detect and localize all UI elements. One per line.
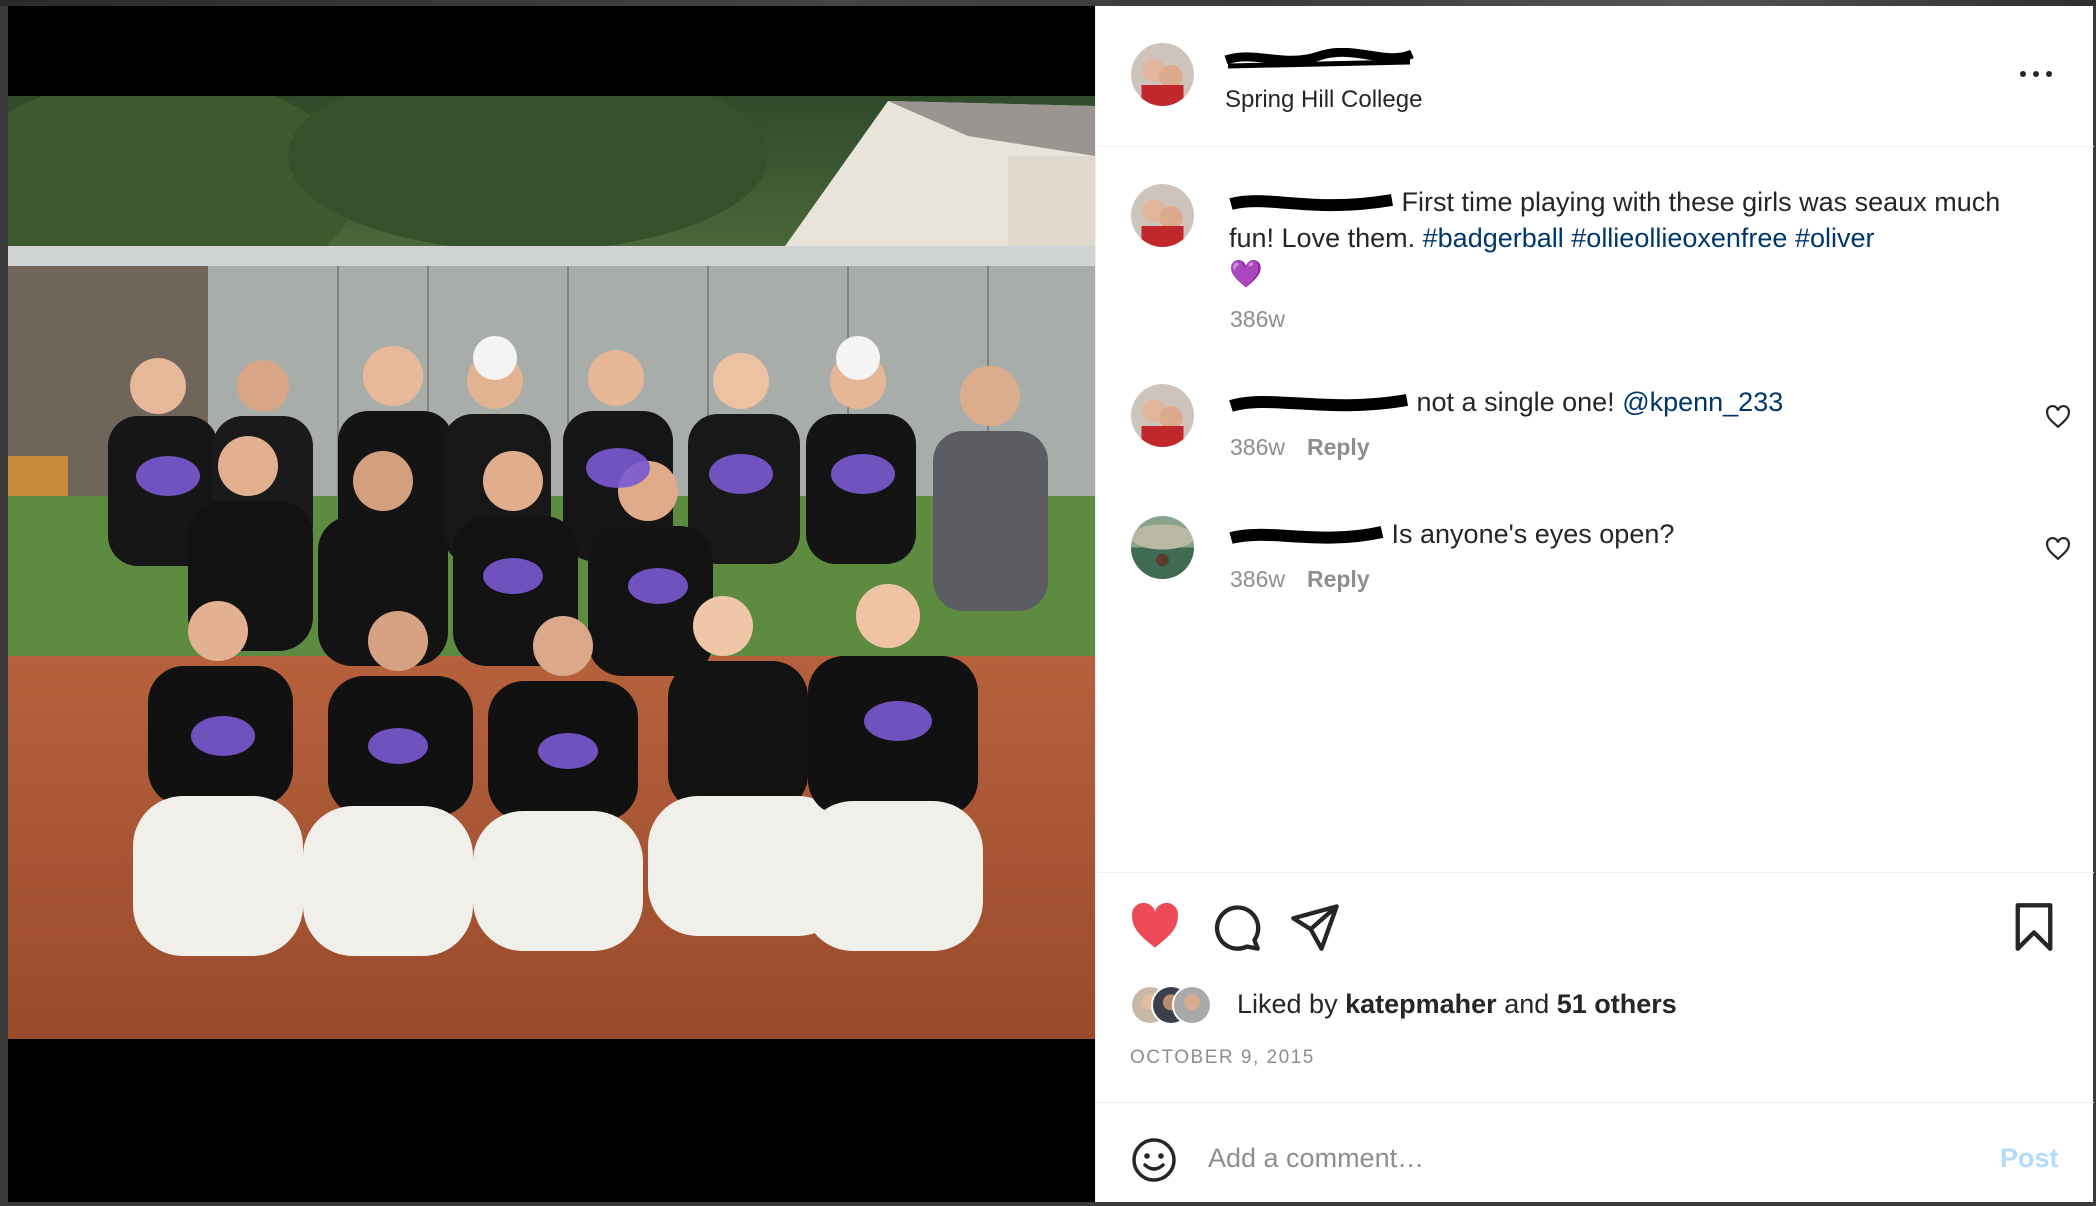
post-header: Spring Hill College: [1096, 6, 2094, 147]
commenter-avatar[interactable]: [1131, 384, 1194, 447]
others-count[interactable]: 51 others: [1557, 989, 1677, 1019]
comment-meta: 386w Reply: [1230, 566, 1370, 593]
liked-by-joiner: and: [1504, 989, 1550, 1019]
more-options-icon[interactable]: [2016, 64, 2056, 84]
author-avatar[interactable]: [1131, 184, 1194, 247]
redacted-username: [1224, 48, 1414, 72]
post-side-panel: Spring Hill College First time playing w…: [1095, 6, 2094, 1202]
author-avatar[interactable]: [1131, 43, 1194, 106]
comment-text-block: not a single one! @kpenn_233: [1229, 384, 2009, 420]
reply-button[interactable]: Reply: [1307, 566, 1370, 592]
comment-bubble-icon[interactable]: [1210, 901, 1262, 953]
liked-by-prefix: Liked by: [1237, 989, 1338, 1019]
post-date[interactable]: OCTOBER 9, 2015: [1130, 1047, 1315, 1069]
comment-input[interactable]: [1208, 1133, 1968, 1183]
caption-text-block: First time playing with these girls was …: [1229, 184, 2039, 292]
purple-heart-emoji: 💜: [1229, 259, 1263, 289]
heart-outline-icon[interactable]: [2045, 404, 2071, 430]
heart-filled-icon[interactable]: [1129, 901, 1181, 953]
post-button[interactable]: Post: [2000, 1143, 2059, 1174]
team-photo: [8, 96, 1095, 1039]
hashtag-badgerball[interactable]: #badgerball: [1423, 223, 1564, 253]
mention-link[interactable]: @kpenn_233: [1622, 387, 1783, 417]
caption-item: First time playing with these girls was …: [1096, 184, 2094, 332]
hashtag-oliver[interactable]: #oliver: [1795, 223, 1875, 253]
post-media[interactable]: [8, 6, 1095, 1202]
likes-summary: Liked by katepmaher and 51 others: [1237, 989, 1677, 1020]
comment-item: Is anyone's eyes open? 386w Reply: [1096, 516, 2094, 606]
action-bar: Liked by katepmaher and 51 others OCTOBE…: [1096, 872, 2094, 1102]
liker-avatars[interactable]: [1130, 985, 1212, 1025]
redacted-username: [1229, 524, 1384, 548]
paper-plane-icon[interactable]: [1289, 901, 1341, 953]
comment-age[interactable]: 386w: [1230, 566, 1285, 592]
redacted-username: [1229, 192, 1394, 216]
caption-age[interactable]: 386w: [1230, 306, 1285, 333]
redacted-username: [1229, 392, 1409, 416]
comment-meta: 386w Reply: [1230, 434, 1370, 461]
hashtag-ollieollieoxenfree[interactable]: #ollieollieoxenfree: [1571, 223, 1787, 253]
comment-composer: Post: [1096, 1102, 2094, 1202]
heart-outline-icon[interactable]: [2045, 536, 2071, 562]
smiley-icon[interactable]: [1130, 1136, 1178, 1184]
comments-list: First time playing with these girls was …: [1096, 148, 2094, 873]
post-location[interactable]: Spring Hill College: [1225, 86, 1422, 114]
comment-text-block: Is anyone's eyes open?: [1229, 516, 2009, 552]
commenter-avatar[interactable]: [1131, 516, 1194, 579]
bookmark-icon[interactable]: [2008, 901, 2060, 953]
comment-item: not a single one! @kpenn_233 386w Reply: [1096, 384, 2094, 474]
comment-text: not a single one!: [1416, 387, 1615, 417]
comment-text: Is anyone's eyes open?: [1391, 519, 1675, 549]
reply-button[interactable]: Reply: [1307, 434, 1370, 460]
comment-age[interactable]: 386w: [1230, 434, 1285, 460]
liker-username[interactable]: katepmaher: [1345, 989, 1497, 1019]
liker-avatar: [1172, 985, 1212, 1025]
